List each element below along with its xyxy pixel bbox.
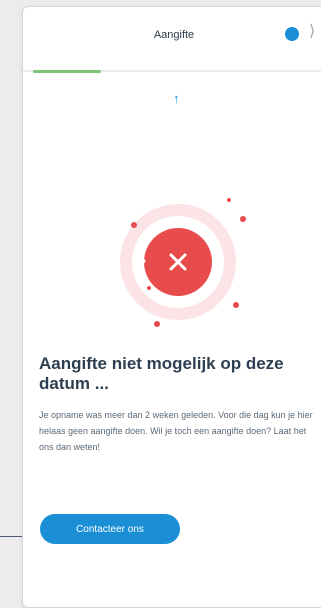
app-screen: Aangifte ⟩ ↑ Aangifte niet mogelijk op d… <box>22 6 321 608</box>
decor-dot <box>227 198 231 202</box>
decor-dot <box>240 216 246 222</box>
contact-button[interactable]: Contacteer ons <box>40 514 180 544</box>
decor-dot <box>154 321 160 327</box>
error-title: Aangifte niet mogelijk op deze datum ... <box>39 354 284 393</box>
error-message: Je opname was meer dan 2 weken geleden. … <box>39 410 313 452</box>
progress-bar <box>23 70 321 73</box>
decor-dot <box>233 302 239 308</box>
up-arrow-icon: ↑ <box>173 91 180 106</box>
decor-dot <box>131 222 137 228</box>
progress-fill <box>33 70 102 73</box>
help-icon[interactable] <box>285 27 299 41</box>
error-illustration <box>120 198 246 327</box>
page-title: Aangifte <box>153 29 195 41</box>
close-icon[interactable]: ⟩ <box>309 24 315 40</box>
decor-dot <box>147 286 151 290</box>
decor-dot <box>140 258 146 264</box>
top-bar: Aangifte ⟩ <box>23 7 321 65</box>
